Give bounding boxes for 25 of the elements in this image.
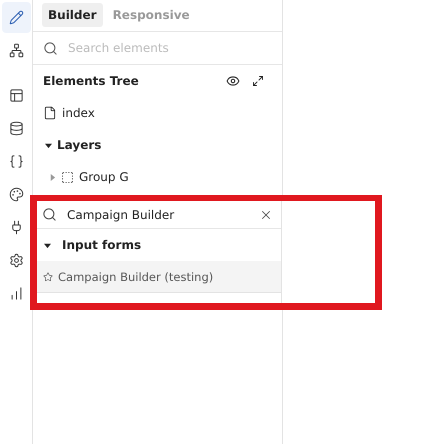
- search-icon: [43, 40, 58, 56]
- search-result[interactable]: Campaign Builder (testing): [37, 261, 281, 293]
- eye-icon[interactable]: [226, 74, 240, 88]
- section-title: Elements Tree: [43, 74, 140, 88]
- expand-icon[interactable]: [252, 75, 264, 87]
- database-icon: [8, 121, 24, 136]
- dashed-square-icon: [61, 170, 74, 184]
- group-label[interactable]: Input forms: [62, 238, 142, 252]
- search-icon: [42, 207, 57, 222]
- sitemap-icon: [8, 43, 24, 58]
- caret-icon[interactable]: [44, 242, 51, 248]
- tree-item[interactable]: Layers: [57, 138, 102, 152]
- braces-icon: [8, 154, 24, 169]
- sidebar-button[interactable]: [2, 2, 30, 33]
- layout-icon: [8, 88, 24, 103]
- settings-icon: [8, 253, 24, 268]
- tree-item[interactable]: Group G: [79, 170, 129, 184]
- palette-icon: [8, 187, 24, 202]
- pencil-icon: [8, 10, 24, 25]
- caret-icon[interactable]: [45, 142, 52, 148]
- tree-item[interactable]: index: [62, 106, 95, 120]
- star-icon[interactable]: [43, 272, 53, 282]
- tab[interactable]: Builder: [42, 3, 103, 27]
- file-icon: [43, 106, 57, 120]
- bar-chart-icon: [8, 286, 24, 301]
